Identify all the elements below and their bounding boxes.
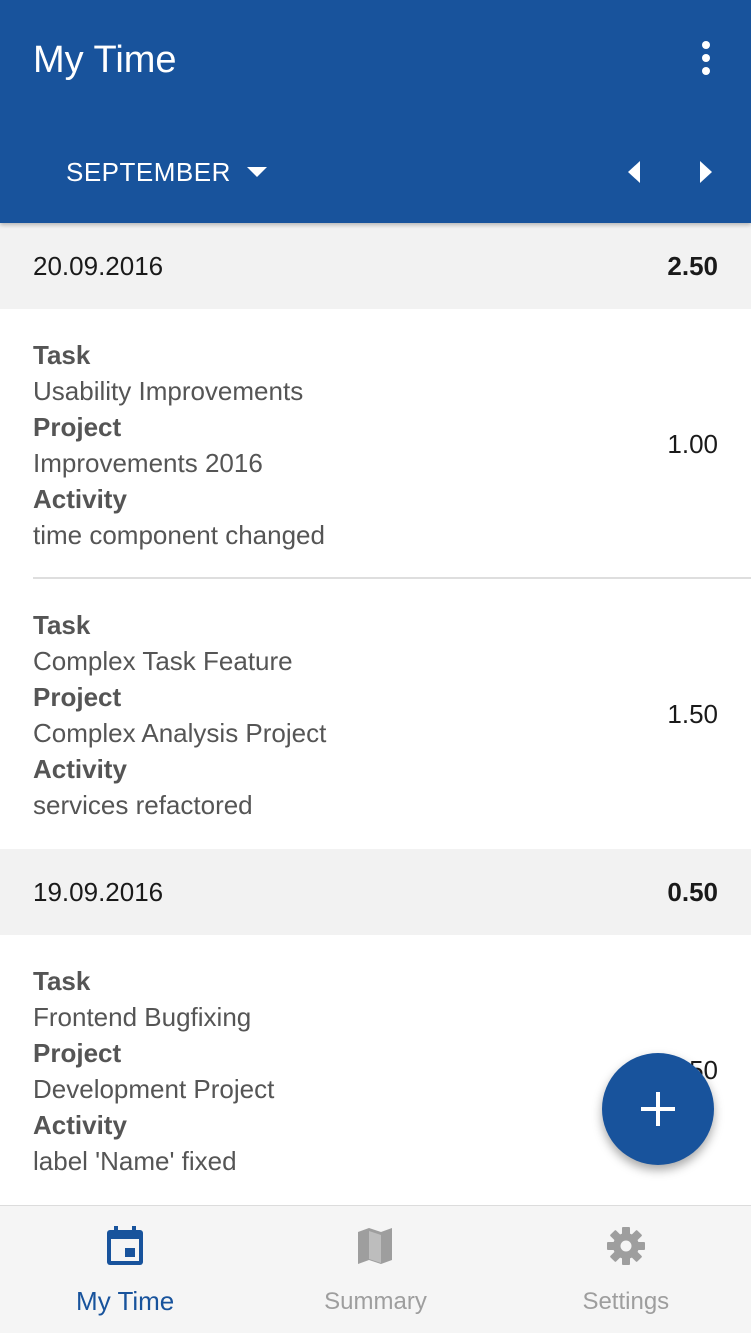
nav-label-settings: Settings <box>582 1288 670 1315</box>
day-header: 19.09.2016 0.50 <box>0 849 751 935</box>
day-total: 2.50 <box>667 250 718 281</box>
task-label: Task <box>33 610 91 640</box>
more-vert-icon[interactable] <box>686 38 726 78</box>
activity-value: label 'Name' fixed <box>33 1146 237 1176</box>
add-entry-button[interactable] <box>602 1053 714 1165</box>
month-label: SEPTEMBER <box>66 156 231 187</box>
caret-down-icon <box>246 167 267 177</box>
nav-item-my-time[interactable]: My Time <box>0 1206 250 1333</box>
next-month-button[interactable] <box>686 150 726 194</box>
day-total: 0.50 <box>667 876 718 907</box>
app-bar: My Time SEPTEMBER <box>0 0 751 223</box>
day-group: 20.09.2016 2.50 Task Usability Improveme… <box>0 223 751 849</box>
day-date: 20.09.2016 <box>33 250 164 281</box>
time-entry[interactable]: Task Usability Improvements Project Impr… <box>0 309 751 579</box>
arrow-right-icon <box>700 161 712 183</box>
project-label: Project <box>33 412 122 442</box>
day-header: 20.09.2016 2.50 <box>0 223 751 309</box>
entry-hours: 1.50 <box>667 698 718 729</box>
nav-label-summary: Summary <box>324 1288 427 1315</box>
project-value: Complex Analysis Project <box>33 718 327 748</box>
project-value: Improvements 2016 <box>33 448 263 478</box>
task-value: Usability Improvements <box>33 376 304 406</box>
entry-hours: 1.00 <box>667 428 718 459</box>
project-label: Project <box>33 682 122 712</box>
task-label: Task <box>33 340 91 370</box>
nav-item-settings[interactable]: Settings <box>501 1206 751 1333</box>
gear-icon <box>606 1224 646 1268</box>
plus-icon <box>641 1092 675 1126</box>
month-selector[interactable]: SEPTEMBER <box>66 150 267 194</box>
activity-label: Activity <box>33 754 127 784</box>
nav-item-summary[interactable]: Summary <box>250 1206 500 1333</box>
calendar-icon <box>105 1224 145 1268</box>
activity-label: Activity <box>33 484 127 514</box>
activity-value: services refactored <box>33 790 253 820</box>
map-icon <box>355 1224 395 1268</box>
task-value: Frontend Bugfixing <box>33 1002 252 1032</box>
arrow-left-icon <box>628 161 640 183</box>
activity-value: time component changed <box>33 520 325 550</box>
bottom-navigation: My Time Summary Settings <box>0 1205 751 1333</box>
task-value: Complex Task Feature <box>33 646 293 676</box>
previous-month-button[interactable] <box>614 150 654 194</box>
day-date: 19.09.2016 <box>33 876 164 907</box>
time-entry[interactable]: Task Complex Task Feature Project Comple… <box>0 579 751 849</box>
project-label: Project <box>33 1038 122 1068</box>
task-label: Task <box>33 966 91 996</box>
app-title: My Time <box>33 39 177 81</box>
nav-label-my-time: My Time <box>76 1286 175 1316</box>
